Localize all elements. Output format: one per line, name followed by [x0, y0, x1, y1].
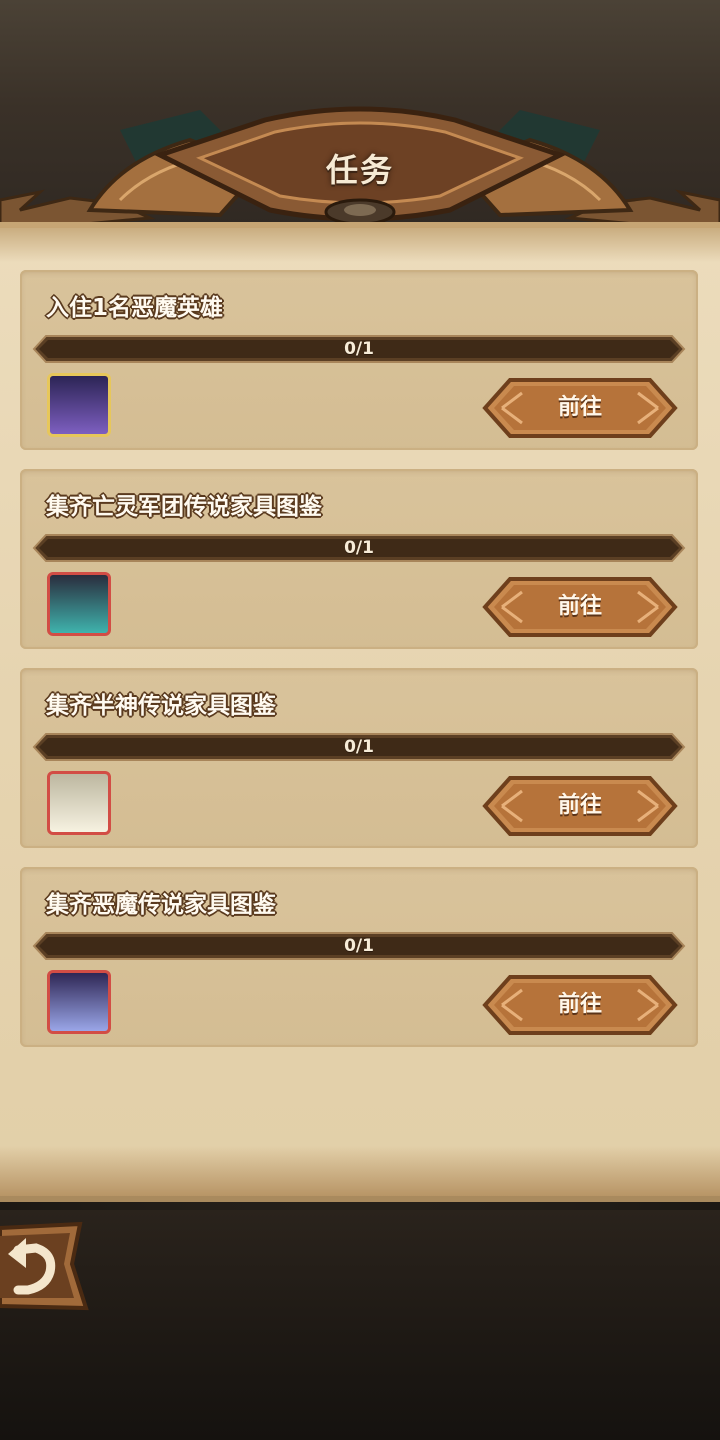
task-title: 集齐亡灵军团传说家具图鉴 [46, 494, 322, 520]
progress-bar: 0/1 [32, 532, 686, 564]
task-card: 集齐恶魔传说家具图鉴 0/1 前往 [20, 867, 698, 1047]
go-button-label: 前往 [557, 594, 602, 619]
progress-text: 0/1 [344, 538, 374, 558]
go-button[interactable]: 前往 [482, 576, 678, 638]
demon-furniture-icon[interactable] [47, 970, 111, 1034]
back-button[interactable] [0, 1220, 90, 1312]
go-button[interactable]: 前往 [482, 377, 678, 439]
go-button-label: 前往 [557, 793, 602, 818]
go-button[interactable]: 前往 [482, 974, 678, 1036]
task-card: 集齐半神传说家具图鉴 0/1 前往 [20, 668, 698, 848]
go-button-label: 前往 [557, 395, 602, 420]
task-card: 入住1名恶魔英雄 0/1 前往 [20, 270, 698, 450]
undead-furniture-icon[interactable] [47, 572, 111, 636]
progress-bar: 0/1 [32, 333, 686, 365]
progress-text: 0/1 [344, 737, 374, 757]
task-title: 集齐半神传说家具图鉴 [46, 693, 276, 719]
task-title: 入住1名恶魔英雄 [46, 295, 224, 321]
progress-text: 0/1 [344, 339, 374, 359]
go-button[interactable]: 前往 [482, 775, 678, 837]
background-bottom [0, 1210, 720, 1440]
task-title: 集齐恶魔传说家具图鉴 [46, 892, 276, 918]
go-button-label: 前往 [557, 992, 602, 1017]
demigod-furniture-icon[interactable] [47, 771, 111, 835]
back-arrow-icon [0, 1221, 89, 1311]
task-card: 集齐亡灵军团传说家具图鉴 0/1 前往 [20, 469, 698, 649]
progress-bar: 0/1 [32, 930, 686, 962]
demon-hero-icon[interactable] [47, 373, 111, 437]
progress-bar: 0/1 [32, 731, 686, 763]
page-title: 任务 [325, 151, 394, 189]
header-banner: 任务 [0, 100, 720, 240]
progress-text: 0/1 [344, 936, 374, 956]
task-list: 入住1名恶魔英雄 0/1 前往 集齐亡灵军团传说家具图鉴 0/1 前往 集齐半神… [20, 270, 698, 1066]
